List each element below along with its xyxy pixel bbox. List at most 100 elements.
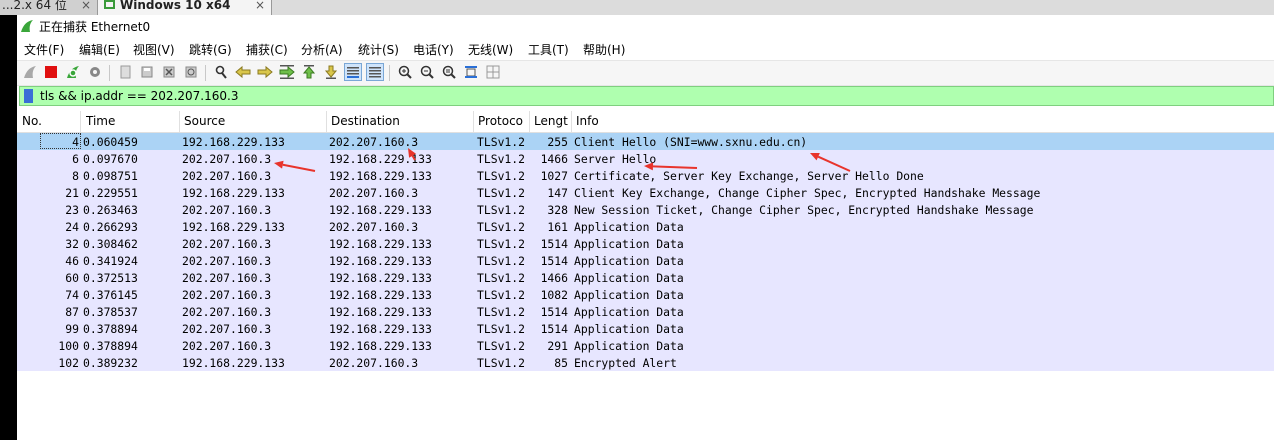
vm-tab-2[interactable]: Windows 10 x64 × [97,0,272,15]
packet-number: 23 [65,203,79,217]
table-row[interactable]: 87 0.378537 202.207.160.3 192.168.229.133 TL… [17,303,1274,320]
zoom-out-icon[interactable] [418,63,436,81]
table-row[interactable]: 6 0.097670 202.207.160.3 192.168.229.133 TLS… [17,150,1274,167]
column-header-length[interactable]: Lengt [534,114,570,128]
packet-time: 0.389232 [83,356,138,370]
table-row[interactable]: 23 0.263463 202.207.160.3 192.168.229.133 TL… [17,201,1274,218]
go-to-packet-icon[interactable] [278,63,296,81]
column-header-no[interactable]: No. [22,114,78,128]
column-divider[interactable] [529,111,530,132]
menu-help[interactable]: 帮助(H) [583,41,625,58]
packet-protocol: TLSv1.2 [477,237,526,251]
packet-destination: 192.168.229.133 [329,203,432,217]
menu-statistics[interactable]: 统计(S) [358,41,399,58]
packet-number: 24 [65,220,79,234]
packet-time: 0.308462 [83,237,138,251]
window-title: 正在捕获 Ethernet0 [39,20,151,34]
packet-protocol: TLSv1.2 [477,220,526,234]
menu-tools[interactable]: 工具(T) [528,41,569,58]
packet-length: 1466 [540,271,568,285]
save-file-icon[interactable] [138,63,156,81]
menu-file[interactable]: 文件(F) [24,41,64,58]
packet-length: 85 [554,356,568,370]
table-row[interactable]: 21 0.229551 192.168.229.133 202.207.160.3 TL… [17,184,1274,201]
table-row[interactable]: 46 0.341924 202.207.160.3 192.168.229.133 TL… [17,252,1274,269]
table-row[interactable]: 4 0.060459 192.168.229.133 202.207.160.3 TLS… [17,133,1274,150]
table-row[interactable]: 99 0.378894 202.207.160.3 192.168.229.133 TL… [17,320,1274,337]
menu-wireless[interactable]: 无线(W) [468,41,513,58]
reload-icon[interactable] [182,63,200,81]
packet-protocol: TLSv1.2 [477,152,526,166]
packet-source: 202.207.160.3 [182,237,272,251]
column-header-time[interactable]: Time [86,114,178,128]
column-divider[interactable] [179,111,180,132]
menu-view[interactable]: 视图(V) [133,41,175,58]
packet-destination: 202.207.160.3 [329,135,419,149]
vm-tab-1-label: ...2.x 64 位 [2,0,67,12]
toolbar-separator [109,65,110,81]
table-row[interactable]: 8 0.098751 202.207.160.3 192.168.229.133 TLS… [17,167,1274,184]
bookmark-icon[interactable] [24,89,33,103]
column-header-info[interactable]: Info [576,114,776,128]
vm-tab-1[interactable]: ...2.x 64 位 × [0,0,97,15]
restart-icon[interactable] [64,63,82,81]
packet-info: Client Key Exchange, Change Cipher Spec,… [574,186,1041,200]
packet-info: Application Data [574,339,684,353]
find-packet-icon[interactable] [212,63,230,81]
close-file-icon[interactable] [160,63,178,81]
table-row[interactable]: 102 0.389232 192.168.229.133 202.207.160.3 T… [17,354,1274,371]
packet-source: 202.207.160.3 [182,152,272,166]
column-divider[interactable] [571,111,572,132]
stop-square-icon[interactable] [42,63,60,81]
table-row[interactable]: 24 0.266293 192.168.229.133 202.207.160.3 TL… [17,218,1274,235]
menu-telephony[interactable]: 电话(Y) [413,41,454,58]
packet-info: Application Data [574,220,684,234]
packet-number: 100 [58,339,79,353]
packet-time: 0.098751 [83,169,138,183]
packet-source: 202.207.160.3 [182,288,272,302]
display-filter-input[interactable] [40,88,1240,104]
table-row[interactable]: 74 0.376145 202.207.160.3 192.168.229.133 TL… [17,286,1274,303]
shark-fin-start-icon[interactable] [21,63,39,81]
capture-options-icon[interactable] [86,63,104,81]
column-divider[interactable] [326,111,327,132]
packet-length: 328 [547,203,568,217]
table-row[interactable]: 100 0.378894 202.207.160.3 192.168.229.133 T… [17,337,1274,354]
close-icon[interactable]: × [255,0,265,15]
go-back-icon[interactable] [234,63,252,81]
packet-list-header: No. Time Source Destination Protoco Leng… [17,111,1274,133]
column-header-source[interactable]: Source [184,114,324,128]
zoom-in-icon[interactable] [396,63,414,81]
open-file-icon[interactable] [116,63,134,81]
menu-go[interactable]: 跳转(G) [189,41,232,58]
column-divider[interactable] [473,111,474,132]
menu-capture[interactable]: 捕获(C) [246,41,288,58]
packet-number: 21 [65,186,79,200]
packet-destination: 192.168.229.133 [329,288,432,302]
menu-analyze[interactable]: 分析(A) [301,41,343,58]
menu-edit[interactable]: 编辑(E) [79,41,120,58]
table-row[interactable]: 60 0.372513 202.207.160.3 192.168.229.133 TL… [17,269,1274,286]
toolbar-separator [205,65,206,81]
column-header-destination[interactable]: Destination [331,114,471,128]
colorize-icon[interactable] [366,63,384,81]
packet-info: Application Data [574,305,684,319]
go-forward-icon[interactable] [256,63,274,81]
autoscroll-icon[interactable] [344,63,362,81]
layout-icon[interactable] [484,63,502,81]
go-last-icon[interactable] [322,63,340,81]
table-row[interactable]: 32 0.308462 202.207.160.3 192.168.229.133 TL… [17,235,1274,252]
column-header-protocol[interactable]: Protoco [478,114,528,128]
packet-source: 192.168.229.133 [182,220,285,234]
vm-tab-2-label: Windows 10 x64 [120,0,231,12]
packet-source: 202.207.160.3 [182,322,272,336]
column-divider[interactable] [80,111,81,132]
go-first-icon[interactable] [300,63,318,81]
packet-protocol: TLSv1.2 [477,322,526,336]
zoom-normal-icon[interactable] [440,63,458,81]
packet-destination: 202.207.160.3 [329,220,419,234]
close-icon[interactable]: × [81,0,91,15]
resize-columns-icon[interactable] [462,63,480,81]
packet-length: 161 [547,220,568,234]
packet-source: 192.168.229.133 [182,356,285,370]
